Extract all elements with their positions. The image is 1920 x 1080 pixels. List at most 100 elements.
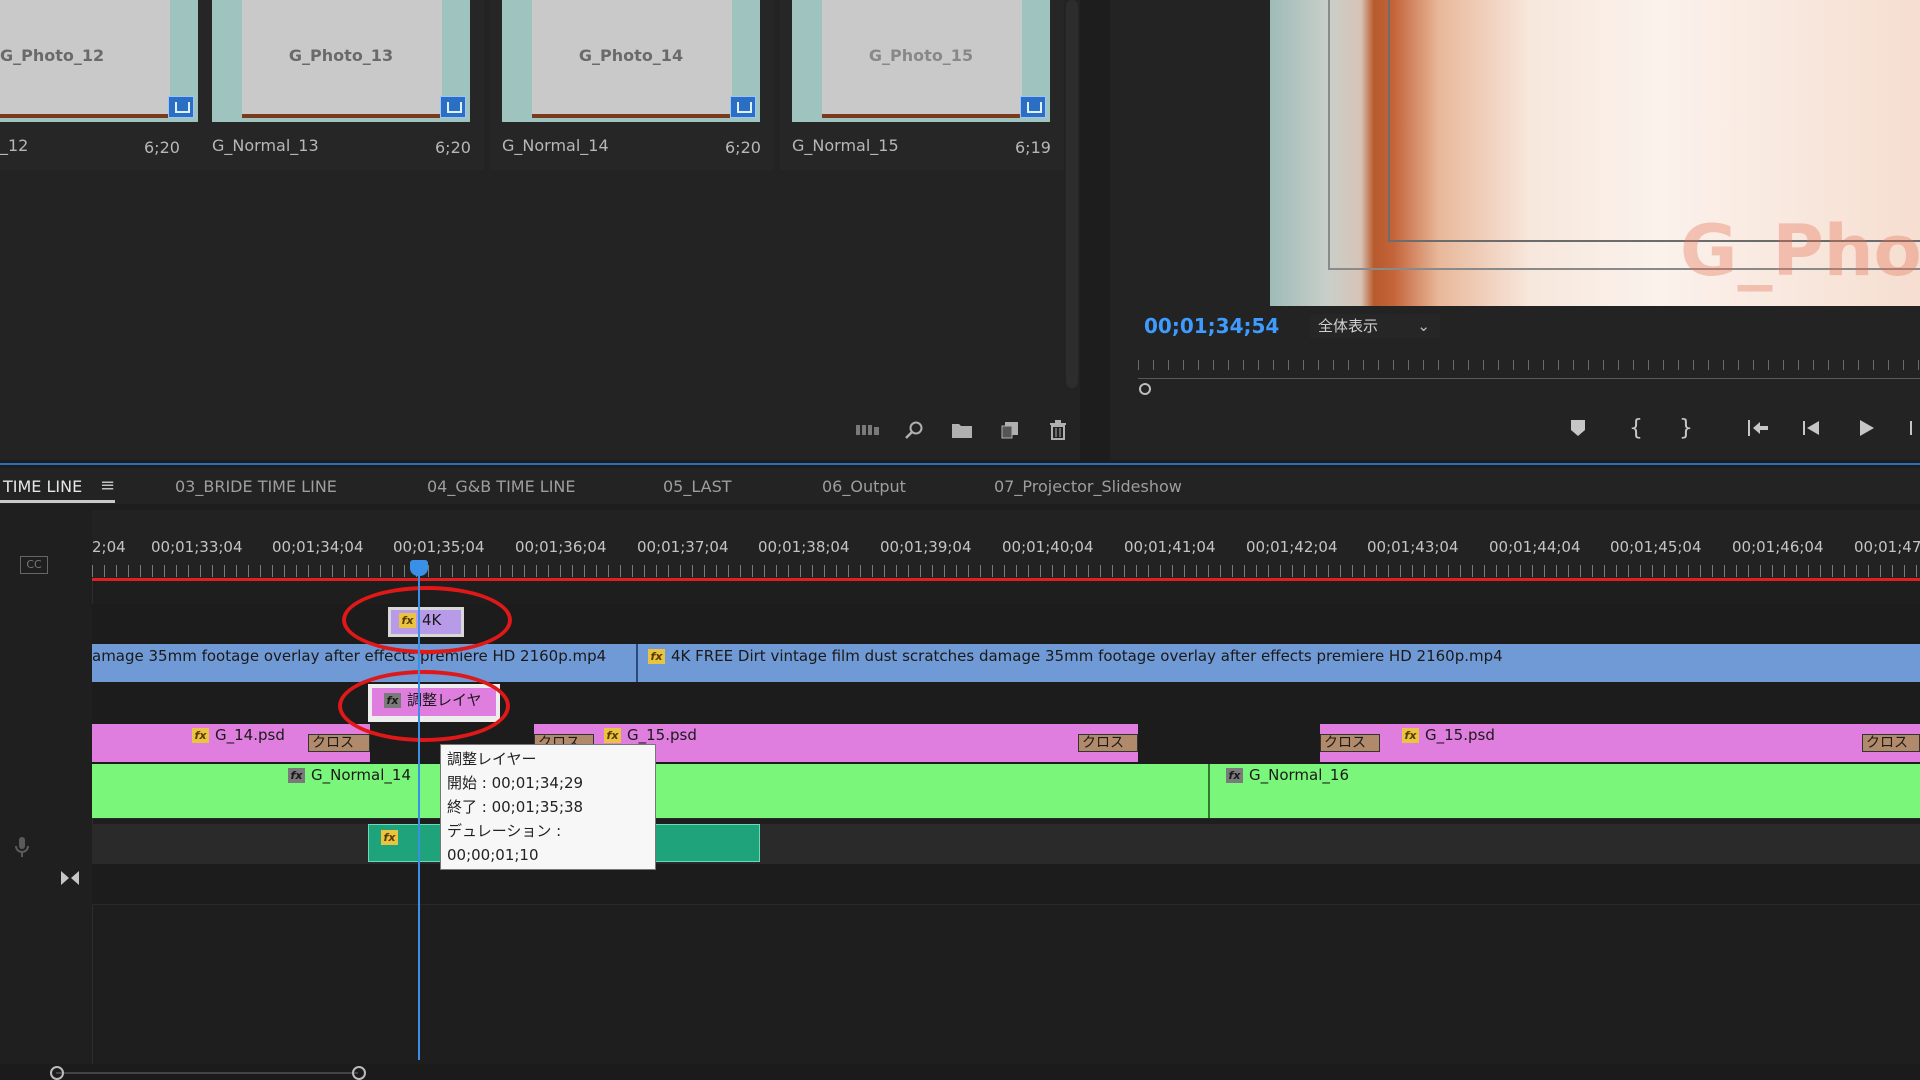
bin-item-name: G_Normal_14 <box>502 136 609 155</box>
bin-item[interactable]: G_Photo_14 G_Normal_14 6;20 <box>490 0 774 170</box>
bin-item-duration: 6;20 <box>144 138 180 157</box>
ruler-label: 00;01;40;04 <box>1002 538 1094 556</box>
clip-label: amage 35mm footage overlay after effects… <box>92 647 607 665</box>
clip-label: G_14.psd <box>215 726 285 744</box>
ruler-label: 00;01;45;04 <box>1610 538 1702 556</box>
video-clip-dirt-overlay[interactable]: amage 35mm footage overlay after effects… <box>92 644 636 682</box>
playhead-timecode[interactable]: 00;01;34;54 <box>1144 314 1279 338</box>
clip-label: G_Normal_16 <box>1249 766 1349 784</box>
track-v1[interactable]: fx G_Normal_14 fx G_Normal_16 <box>92 764 1920 819</box>
zoom-handle-right[interactable] <box>352 1066 366 1080</box>
cross-dissolve-transition[interactable]: クロス <box>1078 734 1138 752</box>
play-icon[interactable] <box>1850 413 1882 443</box>
tooltip-duration: デュレーション : 00;00;01;10 <box>447 822 562 864</box>
psd-clip-g15-second[interactable]: fx G_15.psd <box>1320 724 1920 762</box>
tooltip-end: 終了 : 00;01;35;38 <box>447 798 584 816</box>
program-monitor-video-frame[interactable]: G_Phot <box>1270 0 1920 306</box>
highlight-circle-4k <box>342 586 512 654</box>
tooltip-start: 開始 : 00;01;34;29 <box>447 774 584 792</box>
highlight-circle-adjustment <box>338 670 510 742</box>
bin-thumbnail[interactable]: G_Photo_15 <box>792 0 1050 122</box>
new-item-icon[interactable] <box>996 416 1024 444</box>
bin-item-name: G_Normal_15 <box>792 136 899 155</box>
cross-dissolve-transition[interactable]: クロス <box>1320 734 1380 752</box>
ruler-label: 2;04 <box>92 538 126 556</box>
ruler-label: 00;01;42;04 <box>1246 538 1338 556</box>
bin-item-name: G_Normal_13 <box>212 136 319 155</box>
track-transition[interactable] <box>92 864 1920 905</box>
bin-thumbnail[interactable]: G_Photo_12 <box>0 0 198 122</box>
panel-menu-icon[interactable]: ≡ <box>100 475 115 496</box>
bin-thumbnail[interactable]: G_Photo_14 <box>502 0 760 122</box>
tab-bride-time-line[interactable]: 03_BRIDE TIME LINE <box>175 477 337 496</box>
bin-thumbnail[interactable]: G_Photo_13 <box>212 0 470 122</box>
video-clip-dirt-overlay-4k[interactable]: fx 4K FREE Dirt vintage film dust scratch… <box>636 644 1920 682</box>
tab-projector-slideshow[interactable]: 07_Projector_Slideshow <box>994 477 1182 496</box>
bin-item[interactable]: G_Photo_13 G_Normal_13 6;20 <box>200 0 484 170</box>
active-tab-indicator <box>0 500 115 503</box>
new-bin-icon[interactable] <box>948 416 976 444</box>
video-clip-normal-16[interactable]: fx G_Normal_16 <box>1208 764 1920 818</box>
tab-time-line[interactable]: TIME LINE <box>3 477 82 496</box>
zoom-handle-left[interactable] <box>50 1066 64 1080</box>
clip-label: G_15.psd <box>1425 726 1495 744</box>
tab-gb-time-line[interactable]: 04_G&B TIME LINE <box>427 477 576 496</box>
work-area-bar[interactable] <box>92 578 1920 581</box>
monitor-time-ruler[interactable] <box>1138 348 1920 379</box>
fx-badge-icon: fx <box>604 728 621 743</box>
ruler-label: 00;01;47 <box>1854 538 1920 556</box>
tooltip-clip-name: 調整レイヤー <box>447 750 537 768</box>
step-forward-icon[interactable] <box>1900 413 1920 443</box>
ruler-label: 00;01;39;04 <box>880 538 972 556</box>
tab-last[interactable]: 05_LAST <box>663 477 732 496</box>
ruler-label: 00;01;46;04 <box>1732 538 1824 556</box>
cross-dissolve-transition[interactable]: クロス <box>1862 734 1920 752</box>
video-watermark-text: G_Phot <box>1680 210 1920 292</box>
playhead-handle[interactable] <box>410 560 428 576</box>
bin-item-duration: 6;20 <box>435 138 471 157</box>
timeline-tab-bar: TIME LINE ≡ 03_BRIDE TIME LINE 04_G&B TI… <box>0 468 1920 504</box>
fx-badge-icon: fx <box>381 830 398 845</box>
list-view-icon[interactable] <box>854 416 882 444</box>
sequence-badge-icon <box>730 96 756 118</box>
trash-icon[interactable] <box>1044 416 1072 444</box>
transition-track-icon[interactable] <box>60 870 80 890</box>
ruler-label: 00;01;34;04 <box>272 538 364 556</box>
ruler-label: 00;01;44;04 <box>1489 538 1581 556</box>
ruler-label: 00;01;36;04 <box>515 538 607 556</box>
step-back-icon[interactable] <box>1796 413 1828 443</box>
tab-output[interactable]: 06_Output <box>822 477 906 496</box>
bin-scrollbar[interactable] <box>1066 0 1078 388</box>
ruler-label: 00;01;41;04 <box>1124 538 1216 556</box>
mark-out-icon[interactable]: } <box>1670 413 1702 443</box>
go-to-in-icon[interactable] <box>1742 413 1774 443</box>
captions-icon[interactable]: CC <box>20 556 48 574</box>
fx-badge-icon: fx <box>1402 728 1419 743</box>
mark-in-icon[interactable]: { <box>1620 413 1652 443</box>
panel-divider <box>0 463 1920 465</box>
thumbnail-title: G_Photo_13 <box>288 46 394 65</box>
ruler-label: 00;01;35;04 <box>393 538 485 556</box>
search-icon[interactable] <box>900 416 928 444</box>
playhead-line[interactable] <box>418 560 420 1060</box>
sequence-badge-icon <box>1020 96 1046 118</box>
sequence-badge-icon <box>440 96 466 118</box>
bin-item-duration: 6;20 <box>725 138 761 157</box>
ruler-label: 00;01;33;04 <box>151 538 243 556</box>
add-marker-icon[interactable] <box>1562 413 1594 443</box>
monitor-zoom-handle[interactable] <box>1139 383 1151 395</box>
ruler-label: 00;01;38;04 <box>758 538 850 556</box>
ruler-label: 00;01;43;04 <box>1367 538 1459 556</box>
zoom-level-select[interactable]: 全体表示 ⌄ <box>1310 314 1440 338</box>
thumbnail-title: G_Photo_12 <box>0 46 105 65</box>
microphone-icon[interactable] <box>14 836 30 862</box>
fx-badge-icon: fx <box>1226 768 1243 783</box>
zoom-scroll-range[interactable] <box>56 1072 358 1074</box>
clip-label: G_Normal_14 <box>311 766 411 784</box>
track-a1[interactable]: fx <box>92 824 1920 865</box>
project-bin-panel: G_Photo_12 _12 6;20 G_Photo_13 G_Normal_… <box>0 0 1080 460</box>
bin-item[interactable]: G_Photo_15 G_Normal_15 6;19 <box>780 0 1064 170</box>
cross-dissolve-transition[interactable]: クロス <box>308 734 370 752</box>
thumbnail-title: G_Photo_15 <box>868 46 974 65</box>
fx-badge-icon: fx <box>648 649 665 664</box>
